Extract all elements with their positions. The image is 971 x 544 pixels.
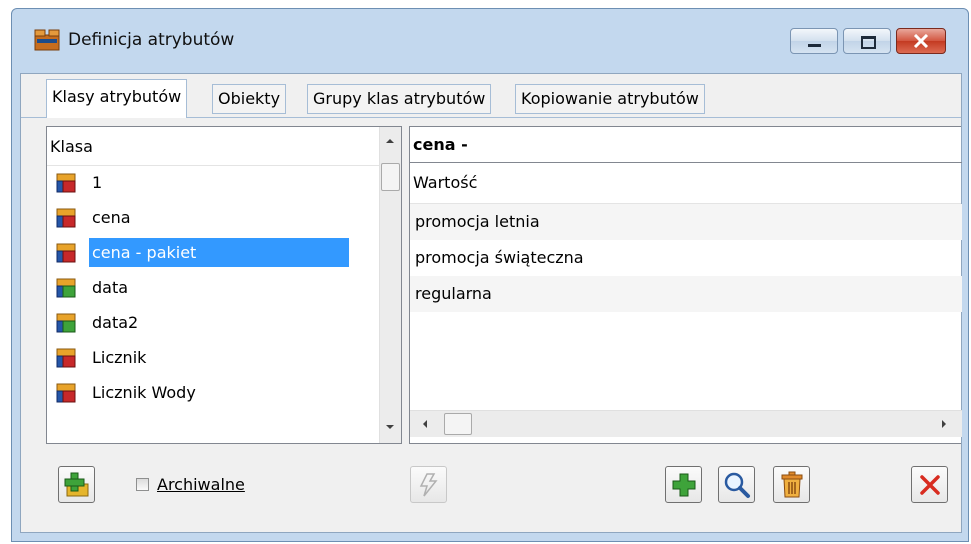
attribute-class-icon (56, 243, 76, 263)
add-class-button[interactable] (58, 466, 95, 503)
values-grid[interactable]: Wartość promocja letnia promocja świątec… (410, 162, 962, 403)
list-item[interactable]: data (47, 270, 380, 305)
tab-obiekty[interactable]: Obiekty (212, 84, 287, 114)
list-item-label: Licznik Wody (92, 383, 196, 402)
archive-checkbox-label[interactable]: Archiwalne (157, 475, 245, 494)
tab-grupy-klas-atrybutow[interactable]: Grupy klas atrybutów (307, 84, 492, 114)
close-icon (913, 34, 929, 48)
attribute-class-icon (56, 173, 76, 193)
class-list-items: 1 cena cena - pakiet data data2 Licznik … (47, 165, 380, 410)
scroll-up-icon[interactable] (384, 137, 396, 145)
class-list[interactable]: Klasa 1 cena cena - pakiet data data2 Li… (46, 126, 402, 444)
minimize-button[interactable] (790, 28, 838, 54)
values-horizontal-scrollbar[interactable] (410, 410, 962, 437)
window-title: Definicja atrybutów (68, 30, 235, 50)
list-item-label: 1 (92, 173, 103, 192)
scroll-down-icon[interactable] (384, 423, 396, 431)
list-item-label: data2 (92, 313, 139, 332)
column-header-klasa[interactable]: Klasa (47, 127, 383, 166)
archive-checkbox-group[interactable]: Archiwalne (136, 474, 245, 494)
tab-panel-klasy: Klasa 1 cena cena - pakiet data data2 Li… (21, 117, 962, 532)
close-dialog-button[interactable] (911, 466, 948, 503)
view-value-button[interactable] (718, 466, 755, 503)
list-item[interactable]: Licznik (47, 340, 380, 375)
trash-icon (781, 471, 802, 497)
attribute-class-icon (56, 313, 76, 333)
app-icon (34, 27, 60, 51)
list-item[interactable]: data2 (47, 305, 380, 340)
dialog-client: Klasy atrybutów Obiekty Grupy klas atryb… (20, 73, 962, 533)
list-item-label: cena - pakiet (89, 238, 349, 267)
values-grid-rows: promocja letnia promocja świąteczna regu… (410, 204, 962, 312)
list-item-label: data (92, 278, 129, 297)
scroll-right-icon[interactable] (940, 419, 948, 429)
attribute-class-icon (56, 278, 76, 298)
close-window-button[interactable] (896, 28, 946, 54)
list-item-label: Licznik (92, 348, 147, 367)
disabled-action-button[interactable] (410, 466, 447, 503)
scroll-left-icon[interactable] (421, 419, 429, 429)
plus-icon (672, 473, 695, 496)
scroll-thumb[interactable] (381, 163, 400, 191)
list-item[interactable]: 1 (47, 165, 380, 200)
scroll-thumb[interactable] (444, 413, 472, 435)
lightning-icon (419, 472, 438, 496)
add-value-button[interactable] (665, 466, 702, 503)
attribute-class-icon (56, 348, 76, 368)
magnifier-icon (724, 472, 750, 498)
attribute-class-icon (56, 383, 76, 403)
table-row[interactable]: promocja letnia (410, 204, 962, 240)
add-folder-icon (64, 472, 88, 496)
close-x-icon (919, 474, 940, 495)
list-item-selected[interactable]: cena - pakiet (47, 235, 380, 270)
selected-class-title: cena - (413, 135, 468, 154)
list-item-label: cena (92, 208, 131, 227)
maximize-button[interactable] (843, 28, 891, 54)
table-row[interactable]: promocja świąteczna (410, 240, 962, 276)
values-pane: cena - Wartość promocja letnia promocja … (409, 126, 962, 444)
tab-strip: Klasy atrybutów Obiekty Grupy klas atryb… (21, 74, 961, 118)
archive-checkbox[interactable] (136, 477, 149, 491)
class-list-scrollbar[interactable] (379, 127, 401, 443)
tab-klasy-atrybutow[interactable]: Klasy atrybutów (46, 79, 188, 118)
attribute-class-icon (56, 208, 76, 228)
column-header-wartosc[interactable]: Wartość (410, 163, 961, 204)
tab-kopiowanie-atrybutow[interactable]: Kopiowanie atrybutów (515, 84, 705, 114)
list-item[interactable]: cena (47, 200, 380, 235)
delete-value-button[interactable] (773, 466, 810, 503)
list-item[interactable]: Licznik Wody (47, 375, 380, 410)
table-row[interactable]: regularna (410, 276, 962, 312)
main-window: Definicja atrybutów Klasy atrybutów Obie… (11, 8, 969, 542)
title-bar[interactable]: Definicja atrybutów (12, 9, 968, 73)
